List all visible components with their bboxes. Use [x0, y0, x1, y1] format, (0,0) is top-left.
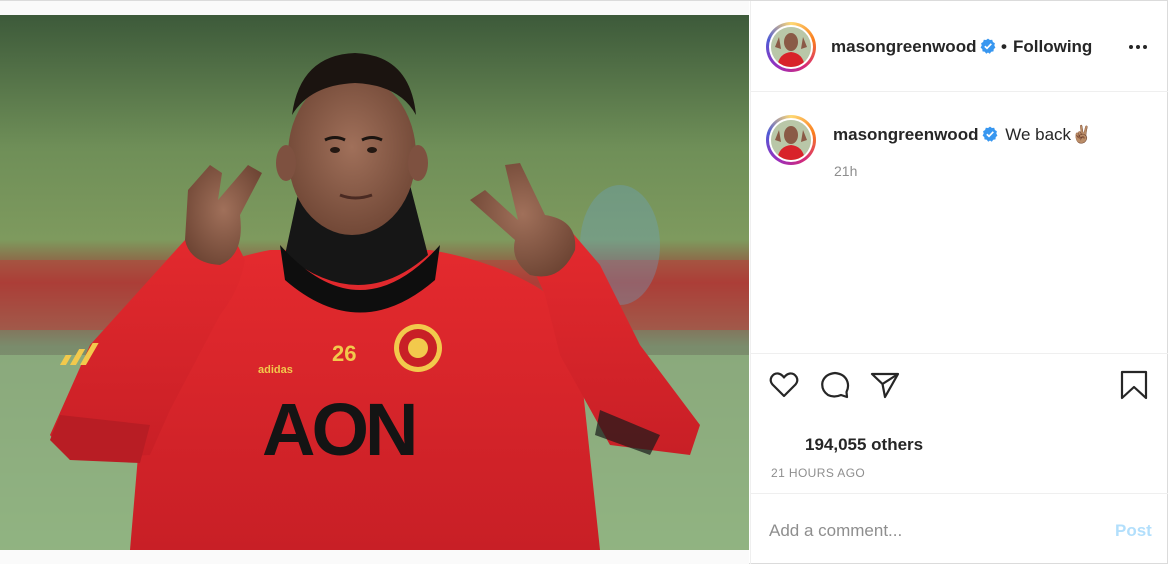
- following-button[interactable]: Following: [1013, 37, 1092, 57]
- caption-line: masongreenwood We back✌🏽: [833, 125, 1092, 145]
- post-photo[interactable]: adidas 26 AON: [0, 15, 749, 550]
- heart-icon[interactable]: [768, 369, 800, 401]
- caption-avatar[interactable]: [766, 115, 816, 165]
- author-username[interactable]: masongreenwood: [831, 37, 996, 57]
- author-avatar[interactable]: [766, 22, 816, 72]
- svg-text:adidas: adidas: [258, 364, 293, 376]
- posted-time[interactable]: 21 HOURS AGO: [771, 466, 865, 480]
- comment-input[interactable]: [769, 517, 1099, 545]
- header-separator: •: [1001, 37, 1007, 56]
- caption-username[interactable]: masongreenwood: [833, 125, 978, 144]
- comment-icon[interactable]: [819, 369, 851, 401]
- svg-text:26: 26: [332, 341, 356, 366]
- comment-bar: Post: [751, 495, 1168, 564]
- post-header: masongreenwood • Following: [751, 1, 1168, 92]
- verified-badge-icon: [983, 126, 998, 142]
- caption-text: We back✌🏽: [1005, 125, 1093, 144]
- photo-bottom-spacer: [0, 550, 749, 564]
- post-side-panel: masongreenwood • Following masongreenwoo…: [750, 1, 1168, 564]
- photo-top-spacer: [0, 1, 749, 15]
- post-actions: 194,055 others 21 HOURS AGO: [751, 354, 1168, 494]
- paper-plane-icon[interactable]: [869, 369, 901, 401]
- verified-badge-icon: [981, 38, 996, 54]
- svg-text:AON: AON: [262, 388, 414, 471]
- post-caption: masongreenwood We back✌🏽 21h: [751, 92, 1168, 354]
- caption-timestamp[interactable]: 21h: [834, 163, 857, 179]
- more-horizontal-icon[interactable]: [1124, 35, 1152, 59]
- post-comment-button[interactable]: Post: [1115, 521, 1152, 541]
- bookmark-icon[interactable]: [1118, 369, 1150, 401]
- likes-count[interactable]: 194,055 others: [805, 435, 923, 455]
- post-card: adidas 26 AON masongreenwood • Following…: [0, 0, 1168, 564]
- author-username-text[interactable]: masongreenwood: [831, 37, 976, 56]
